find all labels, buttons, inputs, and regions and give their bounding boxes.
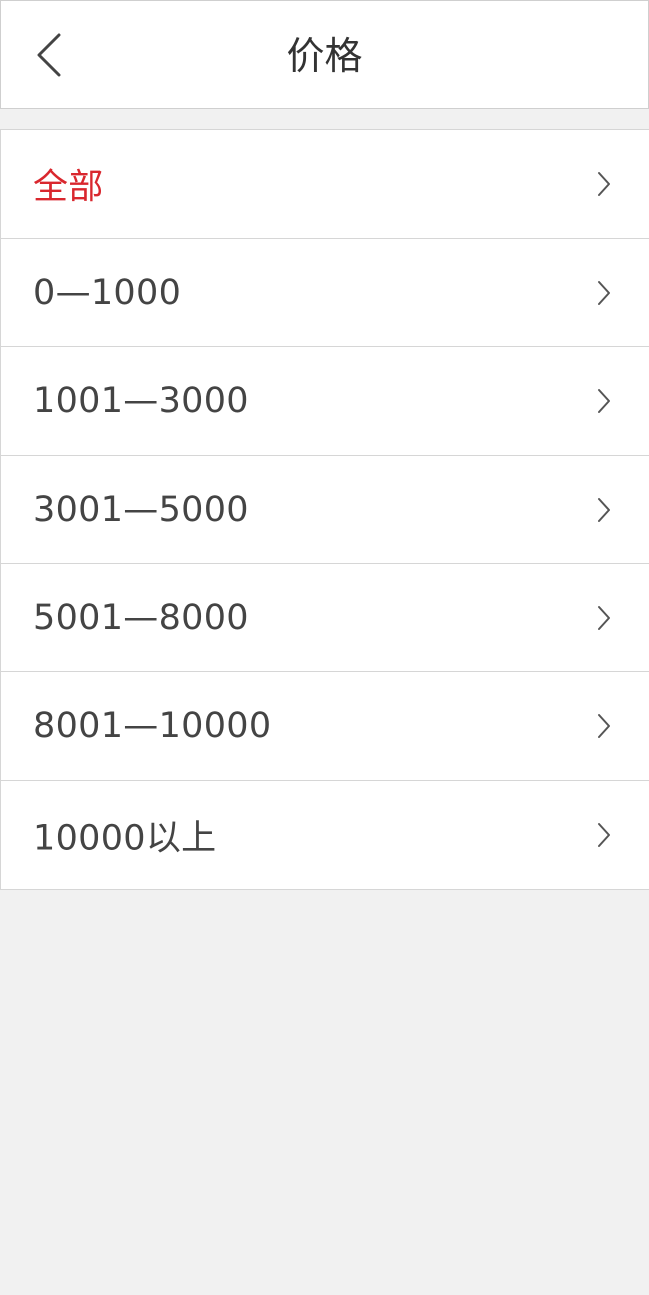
option-label: 5001—8000: [33, 597, 249, 638]
price-option-5001-8000[interactable]: 5001—8000: [1, 564, 649, 672]
chevron-right-icon: [598, 823, 610, 847]
chevron-right-icon: [598, 605, 610, 630]
price-option-10000-plus[interactable]: 10000以上: [1, 781, 649, 890]
price-option-1001-3000[interactable]: 1001—3000: [1, 347, 649, 456]
price-option-3001-5000[interactable]: 3001—5000: [1, 456, 649, 564]
option-label: 0—1000: [33, 272, 182, 313]
chevron-right-icon: [598, 280, 610, 305]
option-label: 10000以上: [33, 818, 217, 859]
option-label: 8001—10000: [33, 706, 272, 746]
page-title: 价格: [286, 34, 363, 78]
price-option-0-1000[interactable]: 0—1000: [1, 239, 649, 347]
price-option-all[interactable]: 全部: [1, 130, 649, 239]
chevron-right-icon: [598, 497, 610, 522]
top-nav-bar: 价格: [0, 0, 649, 109]
price-option-8001-10000[interactable]: 8001—10000: [1, 672, 649, 781]
option-label: 全部: [33, 167, 104, 208]
option-label: 1001—3000: [33, 381, 249, 421]
chevron-right-icon: [598, 172, 610, 196]
option-label: 3001—5000: [33, 489, 249, 530]
chevron-right-icon: [598, 714, 610, 738]
chevron-right-icon: [598, 389, 610, 413]
price-filter-list: 全部 0—1000 1001—3000 3001—5000 5001—8000 …: [0, 129, 649, 890]
